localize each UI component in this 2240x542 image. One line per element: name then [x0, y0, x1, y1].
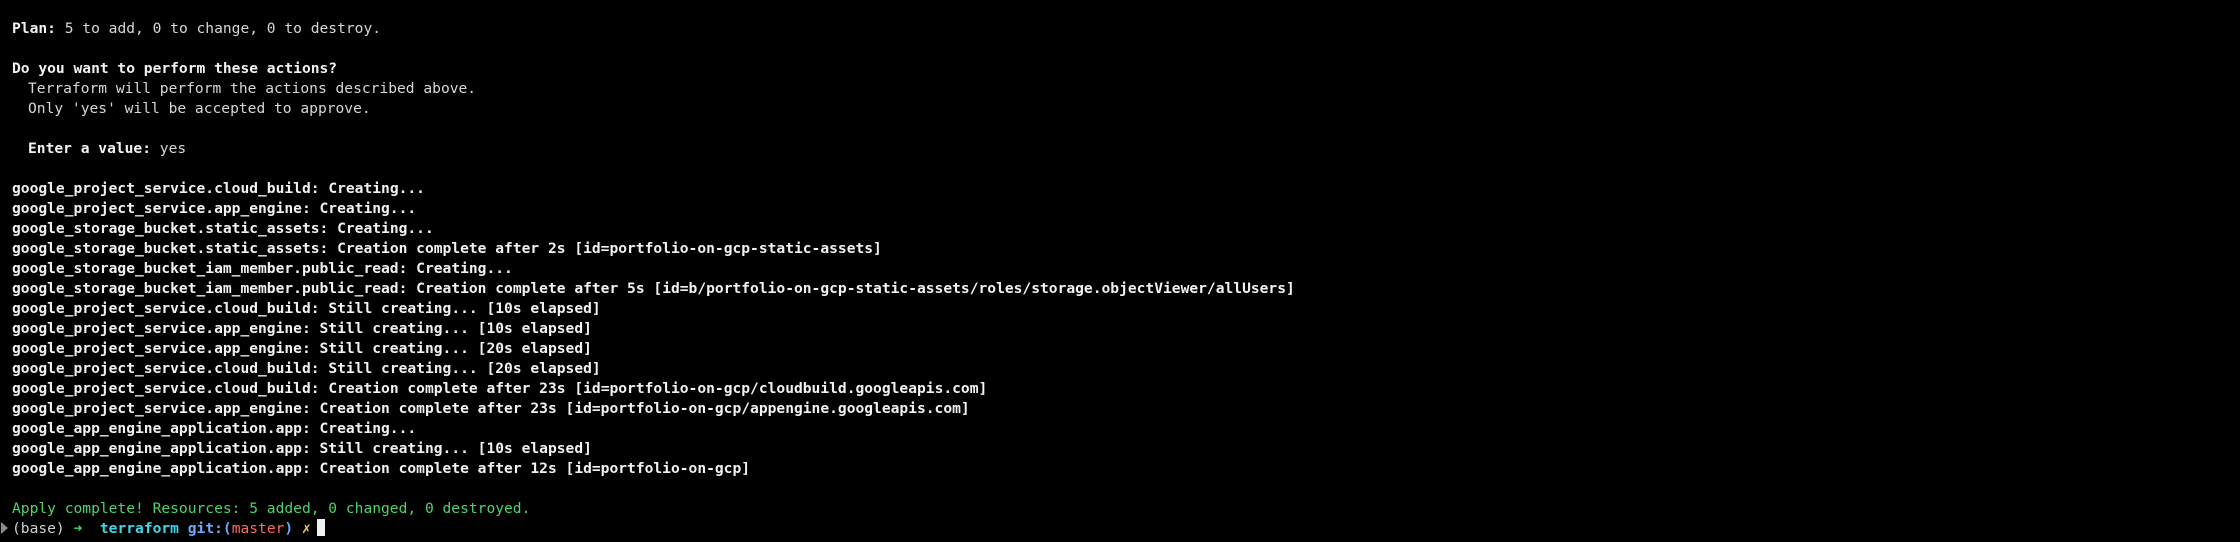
log-message: Creating...	[328, 220, 434, 237]
log-line: google_storage_bucket.static_assets: Cre…	[12, 219, 2228, 239]
log-line: google_project_service.app_engine: Creat…	[12, 399, 2228, 419]
log-resource: google_app_engine_application.app:	[12, 460, 311, 477]
current-directory: terraform	[99, 520, 179, 537]
log-resource: google_project_service.cloud_build:	[12, 360, 320, 377]
plan-summary: 5 to add, 0 to change, 0 to destroy.	[55, 20, 382, 37]
git-dirty-icon: ✗	[302, 520, 311, 537]
log-resource: google_storage_bucket_iam_member.public_…	[12, 280, 408, 297]
shell-prompt[interactable]: (base) ➜ terraform git:(master) ✗	[12, 519, 2228, 539]
terminal-output[interactable]: Plan: 5 to add, 0 to change, 0 to destro…	[12, 19, 2228, 539]
log-resource: google_project_service.cloud_build:	[12, 300, 320, 317]
log-message: Creation complete after 5s [id=b/portfol…	[407, 280, 1295, 297]
prompt-mark-icon	[1, 522, 8, 534]
log-line: google_storage_bucket.static_assets: Cre…	[12, 239, 2228, 259]
git-label: git:(	[187, 520, 232, 537]
log-line: google_storage_bucket_iam_member.public_…	[12, 259, 2228, 279]
log-line: google_app_engine_application.app: Creat…	[12, 419, 2228, 439]
log-line: google_project_service.cloud_build: Crea…	[12, 379, 2228, 399]
log-line: google_project_service.cloud_build: Stil…	[12, 359, 2228, 379]
log-resource: google_app_engine_application.app:	[12, 440, 311, 457]
log-message: Creating...	[310, 420, 417, 437]
log-resource: google_project_service.cloud_build:	[12, 380, 320, 397]
conda-env-label: (base)	[12, 520, 65, 537]
log-line: google_app_engine_application.app: Still…	[12, 439, 2228, 459]
enter-value-label: Enter a value:	[28, 140, 152, 157]
log-resource: google_storage_bucket_iam_member.public_…	[12, 260, 408, 277]
log-line: google_app_engine_application.app: Creat…	[12, 459, 2228, 479]
enter-value-input: yes	[151, 140, 187, 157]
log-message: Still creating... [10s elapsed]	[319, 300, 601, 317]
log-resource: google_app_engine_application.app:	[12, 420, 311, 437]
log-message: Still creating... [20s elapsed]	[310, 340, 592, 357]
log-line: google_project_service.app_engine: Still…	[12, 339, 2228, 359]
log-message: Still creating... [10s elapsed]	[310, 320, 592, 337]
log-message: Still creating... [20s elapsed]	[319, 360, 601, 377]
log-resource: google_project_service.app_engine:	[12, 400, 311, 417]
apply-complete-message: Apply complete! Resources: 5 added, 0 ch…	[12, 500, 531, 517]
plan-label: Plan:	[12, 20, 56, 37]
enter-value-line: Enter a value: yes	[12, 139, 2228, 159]
log-resource: google_project_service.app_engine:	[12, 200, 311, 217]
log-line: google_project_service.app_engine: Creat…	[12, 199, 2228, 219]
prompt-info-2: Only 'yes' will be accepted to approve.	[28, 100, 371, 117]
prompt-question: Do you want to perform these actions?	[12, 60, 338, 77]
log-message: Creation complete after 23s [id=portfoli…	[310, 400, 970, 417]
terminal-cursor[interactable]	[316, 519, 325, 536]
prompt-arrow-icon: ➜	[73, 520, 83, 537]
log-message: Creation complete after 12s [id=portfoli…	[310, 460, 751, 477]
log-message: Still creating... [10s elapsed]	[310, 440, 592, 457]
log-resource: google_project_service.app_engine:	[12, 320, 311, 337]
git-label-close: )	[284, 520, 294, 537]
log-line: google_storage_bucket_iam_member.public_…	[12, 279, 2228, 299]
log-resource: google_project_service.cloud_build:	[12, 180, 320, 197]
log-resource: google_storage_bucket.static_assets:	[12, 220, 329, 237]
log-resource: google_project_service.app_engine:	[12, 340, 311, 357]
log-line: google_project_service.cloud_build: Crea…	[12, 179, 2228, 199]
log-message: Creating...	[310, 200, 417, 217]
log-message: Creating...	[319, 180, 425, 197]
log-message: Creation complete after 23s [id=portfoli…	[319, 380, 988, 397]
log-message: Creating...	[407, 260, 513, 277]
plan-line: Plan: 5 to add, 0 to change, 0 to destro…	[12, 19, 2228, 39]
log-line: google_project_service.cloud_build: Stil…	[12, 299, 2228, 319]
log-line: google_project_service.app_engine: Still…	[12, 319, 2228, 339]
prompt-info-1: Terraform will perform the actions descr…	[28, 80, 477, 97]
git-branch: master	[231, 520, 285, 537]
log-resource: google_storage_bucket.static_assets:	[12, 240, 329, 257]
log-message: Creation complete after 2s [id=portfolio…	[328, 240, 882, 257]
